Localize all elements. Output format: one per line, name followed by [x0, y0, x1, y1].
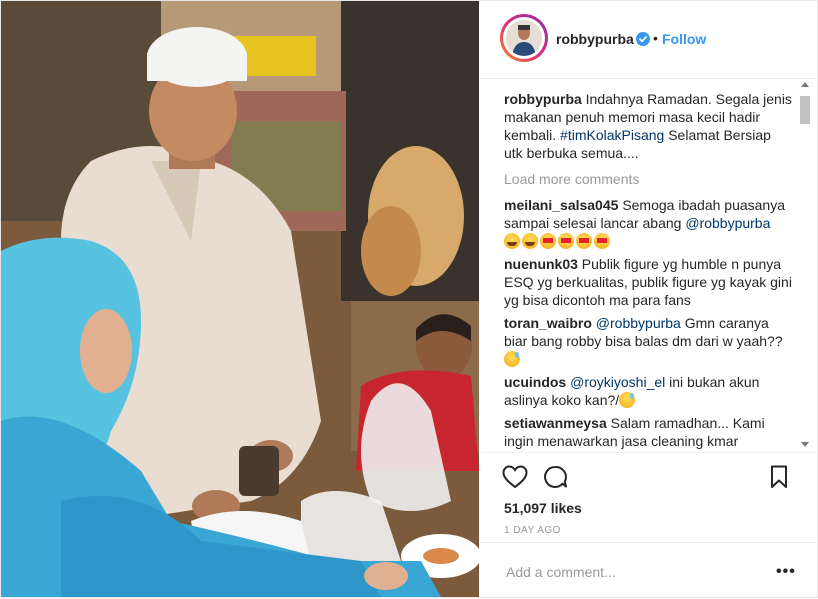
more-options-icon[interactable]: ••• — [776, 563, 796, 581]
comment-item: toran_waibro @robbypurba Gmn caranya bia… — [504, 314, 792, 368]
post-photo[interactable] — [1, 1, 479, 597]
scroll-up-arrow-icon[interactable] — [801, 82, 809, 87]
comment-username[interactable]: setiawanmeysa — [504, 415, 607, 431]
sweat-smile-emoji-icon — [619, 392, 636, 408]
caption: robbypurba Indahnya Ramadan. Segala jeni… — [504, 90, 792, 162]
post-actions: 51,097 likes 1 DAY AGO — [480, 452, 816, 543]
comment-username[interactable]: toran_waibro — [504, 315, 592, 331]
comment-username[interactable]: nuenunk03 — [504, 256, 578, 272]
heart-eyes-emoji-icon — [540, 233, 556, 249]
comment-mention[interactable]: @robbypurba — [685, 215, 770, 231]
comment-item: nuenunk03 Publik figure yg humble n puny… — [504, 255, 792, 309]
follow-button[interactable]: Follow — [662, 31, 706, 47]
heart-icon[interactable] — [502, 465, 528, 489]
comments-scrollbar[interactable] — [799, 80, 811, 452]
comment-item: meilani_salsa045 Semoga ibadah puasanya … — [504, 196, 792, 250]
bookmark-icon[interactable] — [770, 465, 788, 489]
verified-badge-icon — [636, 32, 650, 46]
heart-eyes-emoji-icon — [576, 233, 592, 249]
caption-username[interactable]: robbypurba — [504, 91, 582, 107]
likes-count[interactable]: 51,097 likes — [504, 500, 582, 516]
caption-hashtag[interactable]: #timKolakPisang — [560, 127, 664, 143]
load-more-comments-button[interactable]: Load more comments — [504, 170, 792, 188]
post-timestamp[interactable]: 1 DAY AGO — [504, 525, 561, 536]
comment-mention[interactable]: @roykiyoshi_el — [570, 374, 665, 390]
heart-eyes-emoji-icon — [558, 233, 574, 249]
post-side-panel: robbypurba • Follow robbypurba Indahnya … — [480, 0, 816, 598]
avatar-photo-icon — [506, 20, 542, 56]
grinning-emoji-icon — [504, 233, 520, 249]
comment-mention[interactable]: @robbypurba — [596, 315, 681, 331]
scroll-down-arrow-icon[interactable] — [801, 442, 809, 447]
separator-dot: • — [653, 30, 658, 46]
comment-item: setiawanmeysa Salam ramadhan... Kami ing… — [504, 414, 792, 450]
comment-username[interactable]: meilani_salsa045 — [504, 197, 618, 213]
sweat-smile-emoji-icon — [504, 351, 520, 367]
heart-eyes-emoji-icon — [594, 233, 610, 249]
scrollbar-thumb[interactable] — [800, 96, 810, 124]
comment-icon[interactable] — [543, 465, 569, 489]
add-comment-bar: ••• — [480, 542, 816, 599]
comments-list[interactable]: robbypurba Indahnya Ramadan. Segala jeni… — [504, 90, 792, 452]
photo-illustration — [1, 1, 479, 597]
comment-username[interactable]: ucuindos — [504, 374, 566, 390]
profile-avatar[interactable] — [503, 17, 545, 59]
post-header: robbypurba • Follow — [480, 0, 816, 79]
header-username[interactable]: robbypurba — [556, 31, 634, 47]
add-comment-input[interactable] — [504, 561, 758, 583]
grinning-emoji-icon — [522, 233, 538, 249]
comment-item: ucuindos @roykiyoshi_el ini bukan akun a… — [504, 373, 792, 409]
